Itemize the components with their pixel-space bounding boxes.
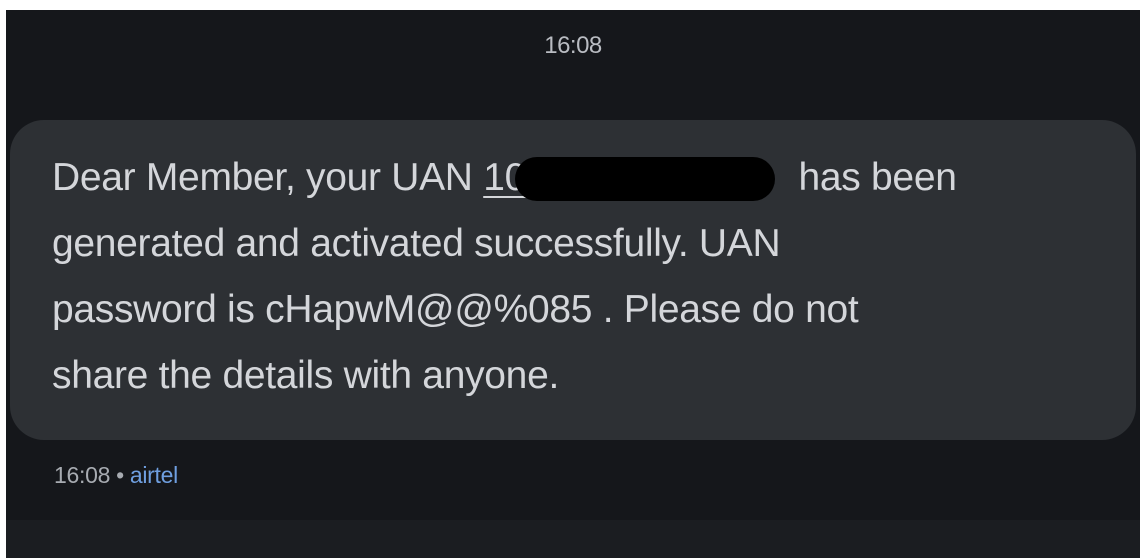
- message-line-4: share the details with anyone.: [52, 354, 559, 397]
- message-meta: 16:08 • airtel: [54, 462, 178, 489]
- message-line-1: Dear Member, your UAN 10 has been: [52, 145, 1136, 211]
- message-bubble[interactable]: Dear Member, your UAN 10 has been genera…: [10, 120, 1136, 440]
- message-line-1-text: Dear Member, your UAN: [52, 156, 484, 199]
- uan-number-link[interactable]: 10: [483, 145, 788, 211]
- meta-separator: •: [116, 462, 124, 488]
- message-line-2: generated and activated successfully. UA…: [52, 222, 781, 265]
- message-body: Dear Member, your UAN 10 has been genera…: [52, 145, 1136, 409]
- conversation-screen: 16:08 Dear Member, your UAN 10 has been …: [6, 10, 1140, 558]
- message-timestamp: 16:08: [54, 462, 111, 488]
- bottom-band: [6, 520, 1140, 558]
- message-line-1-tail: has been: [787, 156, 957, 199]
- sender-sim-label: airtel: [129, 462, 178, 488]
- redaction-mark: [515, 157, 776, 201]
- message-line-3: password is cHapwM@@%085 . Please do not: [52, 288, 859, 331]
- message-date-header: 16:08: [544, 32, 602, 59]
